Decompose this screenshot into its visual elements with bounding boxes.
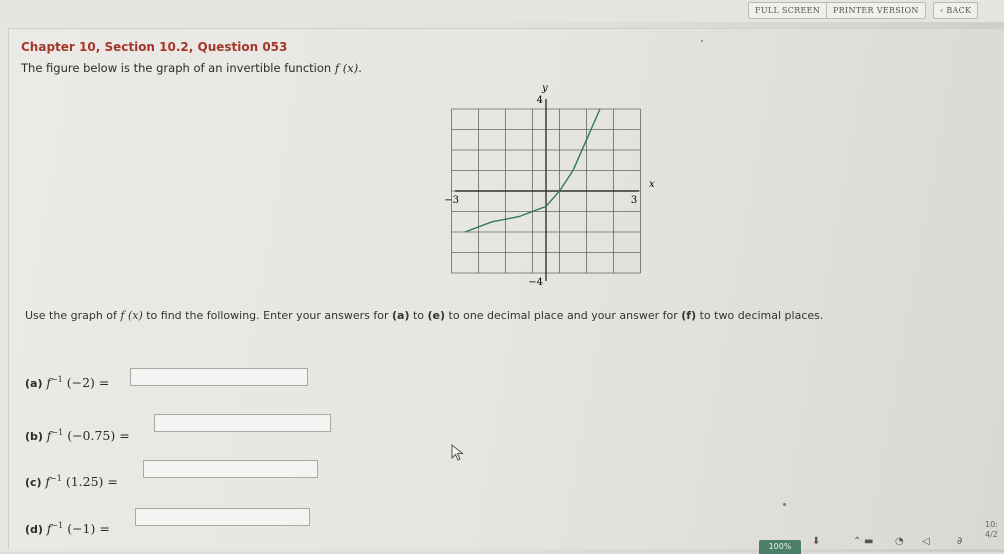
question-title: Chapter 10, Section 10.2, Question 053 [21,40,288,54]
description-end: . [358,61,362,75]
instr-part-f: (f) [681,309,697,322]
y-axis-label: y [541,83,548,94]
part-a-label: (a) [25,377,43,391]
part-d-arg: (−1) [67,521,96,537]
part-d-label: (d) [25,523,43,537]
part-b-answer-input[interactable] [154,414,331,432]
part-a-answer-input[interactable] [130,368,308,386]
back-button[interactable]: ‹ BACK [933,2,979,19]
part-b-prompt: (b) f−1 (−0.75) = [25,428,130,443]
instr-text-5: to two decimal places. [696,309,824,322]
instructions: Use the graph of f (x) to find the follo… [25,309,823,322]
part-d-expression: f−1 (−1) = [46,521,110,537]
part-b-label: (b) [25,430,43,444]
instr-part-a: (a) [392,309,410,322]
taskbar-clock[interactable]: 10: 4/2 [985,520,998,540]
y-min-tick-label: −4 [528,277,543,288]
screen: FULL SCREEN PRINTER VERSION ‹ BACK Chapt… [0,0,1004,554]
question-description: The figure below is the graph of an inve… [21,61,362,75]
function-graph: y x 4 −4 −3 3 [444,83,655,288]
part-c-prompt: (c) f−1 (1.25) = [25,474,118,489]
part-c-answer-input[interactable] [143,460,318,478]
part-c-expression: f−1 (1.25) = [45,474,118,490]
part-a-arg: (−2) [66,375,95,391]
screen-speck [701,40,703,42]
instr-text-2: to find the following. Enter your answer… [142,309,392,322]
instr-text-4: to one decimal place and your answer for [445,309,682,322]
chevron-up-icon[interactable]: ⌃ [853,536,861,547]
part-c-label: (c) [25,476,42,490]
clock-time: 10: [985,520,998,529]
download-icon[interactable]: ⬇ [812,536,820,547]
part-a-prompt: (a) f−1 (−2) = [25,375,109,390]
part-c-arg: (1.25) [65,474,104,490]
instr-math: f (x) [120,309,143,322]
part-d-answer-input[interactable] [135,508,310,526]
full-screen-button[interactable]: FULL SCREEN [748,2,828,19]
part-d-prompt: (d) f−1 (−1) = [25,521,110,536]
part-b-arg: (−0.75) [67,428,116,444]
instr-text-3: to [409,309,428,322]
screen-speck [783,503,786,506]
instr-text-1: Use the graph of [25,309,121,322]
x-max-tick-label: 3 [631,195,637,206]
x-axis-label: x [649,179,655,190]
part-a-expression: f−1 (−2) = [46,375,110,391]
description-text: The figure below is the graph of an inve… [21,61,335,75]
clock-date: 4/2 [985,530,998,539]
back-label: BACK [946,6,972,15]
top-toolbar: FULL SCREEN PRINTER VERSION ‹ BACK [0,0,1004,22]
y-max-tick-label: 4 [537,95,543,106]
mouse-pointer-icon [451,444,464,461]
wifi-icon[interactable]: ◔ [895,536,904,547]
battery-icon[interactable]: ▬ [864,536,873,547]
x-min-tick-label: −3 [444,195,459,206]
part-b-expression: f−1 (−0.75) = [46,428,130,444]
printer-version-button[interactable]: PRINTER VERSION [826,2,926,19]
back-arrow-icon: ‹ [940,6,944,15]
instr-part-e: (e) [427,309,446,322]
pen-icon[interactable]: ∂ [957,536,962,547]
speaker-icon[interactable]: ◁ [922,536,930,547]
description-math: f (x) [334,61,359,75]
